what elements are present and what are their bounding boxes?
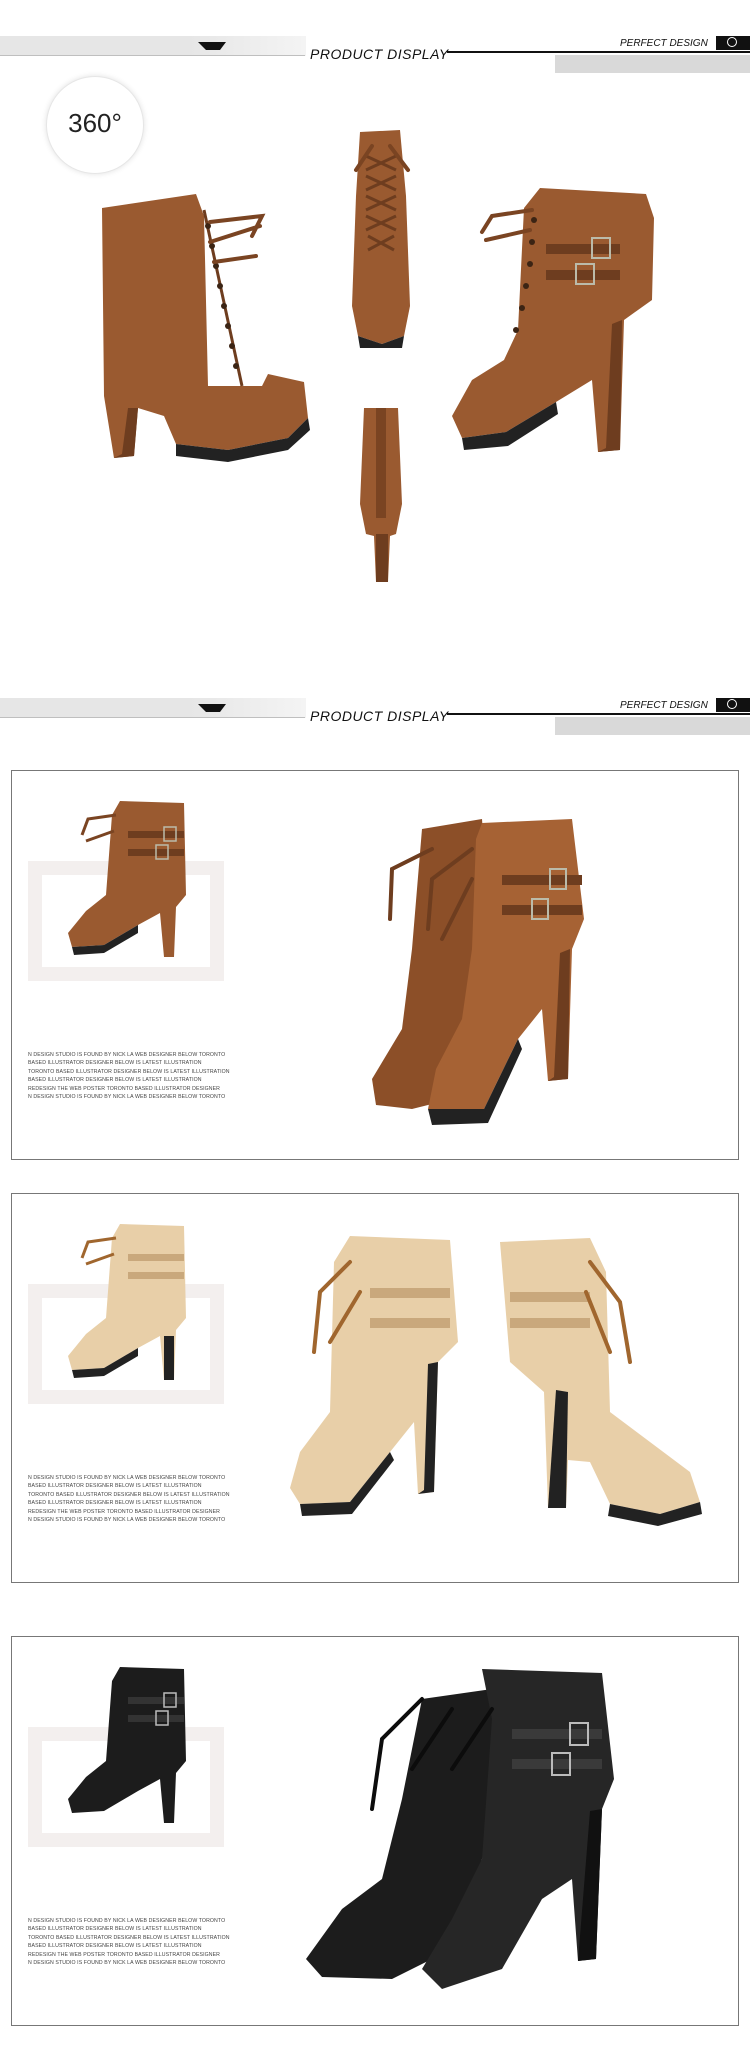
section-subtitle: PERFECT DESIGN xyxy=(620,38,708,49)
header-arrow-icon xyxy=(198,704,226,712)
product-panel-brown: N DESIGN STUDIO IS FOUND BY NICK LA WEB … xyxy=(11,770,739,1160)
product-description: N DESIGN STUDIO IS FOUND BY NICK LA WEB … xyxy=(28,1918,230,1967)
header-rule xyxy=(447,51,750,53)
header-decor-bar xyxy=(0,36,188,56)
product-description: N DESIGN STUDIO IS FOUND BY NICK LA WEB … xyxy=(28,1475,230,1524)
boot-thumbnail xyxy=(68,1667,186,1823)
rotation-badge: 360° xyxy=(46,76,144,174)
header-arrow-icon xyxy=(198,42,226,50)
section-title: PRODUCT DISPLAY xyxy=(310,708,449,724)
header-rule xyxy=(0,55,305,56)
chevron-down-icon xyxy=(727,37,737,47)
section-header: PRODUCT DISPLAY PERFECT DESIGN xyxy=(0,36,750,76)
product-description: N DESIGN STUDIO IS FOUND BY NICK LA WEB … xyxy=(28,1052,230,1101)
scroll-down-button[interactable] xyxy=(716,698,750,712)
header-rule xyxy=(447,713,750,715)
boot-side-view-right xyxy=(452,188,654,452)
boot-pair-image xyxy=(372,819,584,1125)
boot-thumbnail xyxy=(68,1224,186,1380)
section-header: PRODUCT DISPLAY PERFECT DESIGN xyxy=(0,698,750,738)
header-rule xyxy=(0,717,305,718)
product-panel-beige: N DESIGN STUDIO IS FOUND BY NICK LA WEB … xyxy=(11,1193,739,1583)
chevron-down-icon xyxy=(727,699,737,709)
section-subtitle: PERFECT DESIGN xyxy=(620,700,708,711)
boot-front-view xyxy=(352,130,410,348)
header-decor-bar xyxy=(555,717,750,735)
scroll-down-button[interactable] xyxy=(716,36,750,50)
header-decor-bar xyxy=(0,698,188,718)
boot-pair-image xyxy=(290,1236,702,1526)
rotation-badge-label: 360° xyxy=(68,108,122,138)
boot-side-view-left xyxy=(102,194,310,462)
boot-thumbnail xyxy=(68,801,186,957)
header-decor-bar xyxy=(555,55,750,73)
boot-back-view xyxy=(360,408,402,582)
boot-pair-image xyxy=(306,1669,614,1989)
section-title: PRODUCT DISPLAY xyxy=(310,46,449,62)
product-panel-black: N DESIGN STUDIO IS FOUND BY NICK LA WEB … xyxy=(11,1636,739,2026)
